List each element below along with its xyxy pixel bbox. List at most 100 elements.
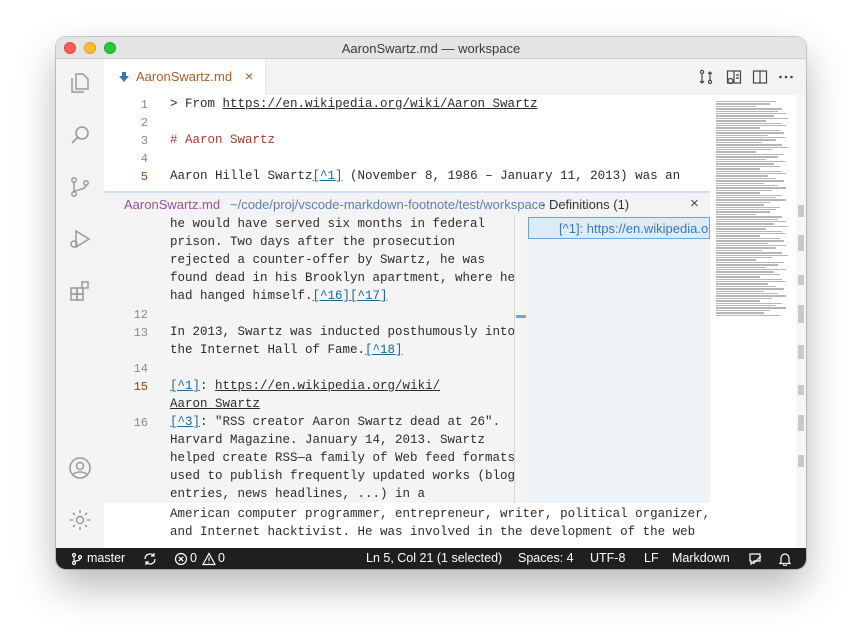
- minimap-line: [716, 233, 786, 235]
- explorer-icon[interactable]: [68, 71, 92, 95]
- minimap-line: [716, 281, 786, 283]
- footnote-reference[interactable]: [^18]: [365, 343, 403, 357]
- minimap-line: [716, 158, 766, 160]
- window-title: AaronSwartz.md — workspace: [341, 41, 521, 56]
- status-cursor-position[interactable]: Ln 5, Col 21 (1 selected): [366, 551, 502, 565]
- extensions-icon[interactable]: [68, 279, 92, 303]
- code-line[interactable]: entries, news headlines, ...) in a: [170, 487, 425, 501]
- peek-references-list: [^1]: https://en.wikipedia.org/wiki/Aaro…: [528, 215, 710, 503]
- vertical-scrollbar[interactable]: [796, 95, 806, 548]
- minimap-line: [716, 163, 774, 165]
- minimap-line: [716, 278, 782, 280]
- minimap-line: [716, 110, 778, 112]
- scrollbar-marker: [798, 345, 804, 359]
- tab-aaronswartz-md[interactable]: AaronSwartz.md ×: [104, 59, 266, 95]
- code-line[interactable]: [^3]: "RSS creator Aaron Swartz dead at …: [170, 415, 500, 429]
- code-text: helped create RSS—a family of Web feed f…: [170, 451, 516, 465]
- code-line[interactable]: Harvard Magazine. January 14, 2013. Swar…: [170, 433, 485, 447]
- code-line[interactable]: Aaron_Swartz: [170, 397, 260, 411]
- minimap-line: [716, 189, 772, 192]
- minimap-line: [716, 117, 788, 120]
- footnote-reference[interactable]: [^3]: [170, 415, 200, 429]
- footnote-reference[interactable]: [^1]: [170, 379, 200, 393]
- url-link[interactable]: https://en.wikipedia.org/wiki/Aaron_Swar…: [223, 97, 538, 111]
- minimap-line: [716, 285, 776, 288]
- peek-file-name[interactable]: AaronSwartz.md: [124, 197, 220, 212]
- code-line[interactable]: [^1]: https://en.wikipedia.org/wiki/: [170, 379, 440, 393]
- code-line[interactable]: American computer programmer, entreprene…: [170, 507, 710, 521]
- code-line[interactable]: > From https://en.wikipedia.org/wiki/Aar…: [170, 97, 538, 111]
- feedback-icon[interactable]: [748, 552, 762, 566]
- peek-reference-item[interactable]: [^1]: https://en.wikipedia.org/wiki/Aaro…: [528, 217, 710, 239]
- scrollbar-marker: [798, 385, 804, 395]
- url-link[interactable]: Aaron_Swartz: [170, 397, 260, 411]
- code-text: used to publish frequently updated works…: [170, 469, 516, 483]
- minimap-line: [716, 199, 786, 201]
- minimap-line: [716, 156, 778, 158]
- tab-close-icon[interactable]: ×: [245, 69, 253, 83]
- settings-gear-icon[interactable]: [68, 508, 92, 532]
- line-number: 1: [140, 98, 148, 112]
- code-text: found dead in his Brooklyn apartment, wh…: [170, 271, 516, 285]
- code-text: : "RSS creator Aaron Swartz dead at 26".: [200, 415, 501, 429]
- minimap-line: [716, 197, 776, 199]
- minimap-line: [716, 132, 784, 134]
- minimap-line: [716, 194, 782, 196]
- line-number: 5: [140, 170, 148, 184]
- minimap-line: [716, 168, 760, 170]
- status-branch[interactable]: master: [87, 551, 125, 565]
- minimap[interactable]: [710, 95, 796, 548]
- more-actions-icon[interactable]: [778, 69, 794, 85]
- status-indentation[interactable]: Spaces: 4: [518, 551, 574, 565]
- code-line[interactable]: found dead in his Brooklyn apartment, wh…: [170, 271, 515, 285]
- status-eol[interactable]: LF: [644, 551, 659, 565]
- peek-divider[interactable]: [514, 215, 515, 503]
- run-debug-icon[interactable]: [68, 227, 92, 251]
- minimap-line: [716, 204, 764, 206]
- status-warnings[interactable]: 0: [218, 551, 225, 565]
- code-line[interactable]: and Internet hacktivist. He was involved…: [170, 525, 695, 539]
- source-control-icon[interactable]: [68, 175, 92, 199]
- minimap-line: [716, 273, 780, 276]
- minimap-line: [716, 242, 768, 244]
- minimap-line: [716, 249, 762, 252]
- code-line[interactable]: had hanged himself.[^16][^17]: [170, 289, 388, 303]
- search-icon[interactable]: [68, 123, 92, 147]
- minimap-line: [716, 151, 756, 153]
- code-line[interactable]: Aaron Hillel Swartz[^1] (November 8, 198…: [170, 169, 680, 183]
- code-line[interactable]: the Internet Hall of Fame.[^18]: [170, 343, 403, 357]
- code-line[interactable]: rejected a counter-offer by Swartz, he w…: [170, 253, 485, 267]
- url-link[interactable]: https://en.wikipedia.org/wiki/: [215, 379, 440, 393]
- code-line[interactable]: prison. Two days after the prosecution: [170, 235, 455, 249]
- code-line[interactable]: In 2013, Swartz was inducted posthumousl…: [170, 325, 515, 339]
- minimap-line: [716, 230, 782, 232]
- code-line[interactable]: he would have served six months in feder…: [170, 217, 485, 231]
- minimap-line: [716, 165, 780, 168]
- code-line[interactable]: # Aaron Swartz: [170, 133, 275, 147]
- minimap-line: [716, 125, 786, 127]
- footnote-reference[interactable]: [^1]: [313, 169, 343, 183]
- code-line[interactable]: used to publish frequently updated works…: [170, 469, 515, 483]
- minimap-line: [716, 103, 770, 105]
- account-icon[interactable]: [68, 456, 92, 480]
- status-errors[interactable]: 0: [190, 551, 197, 565]
- error-icon: [174, 552, 188, 566]
- line-number: 4: [140, 152, 148, 166]
- code-line[interactable]: helped create RSS—a family of Web feed f…: [170, 451, 515, 465]
- minimap-line: [716, 254, 788, 256]
- status-encoding[interactable]: UTF-8: [590, 551, 625, 565]
- split-editor-icon[interactable]: [752, 69, 768, 85]
- footnote-reference[interactable]: [^16]: [313, 289, 351, 303]
- peek-close-icon[interactable]: ×: [690, 195, 699, 212]
- footnote-reference[interactable]: [^17]: [350, 289, 388, 303]
- notifications-icon[interactable]: [778, 552, 792, 567]
- minimap-line: [716, 252, 782, 254]
- sync-icon[interactable]: [143, 552, 157, 566]
- preview-icon[interactable]: [726, 69, 742, 85]
- minimap-line: [716, 235, 760, 237]
- minimap-line: [716, 182, 764, 184]
- open-changes-icon[interactable]: [698, 69, 714, 85]
- minimap-line: [716, 209, 776, 211]
- status-language[interactable]: Markdown: [672, 551, 730, 565]
- minimap-line: [716, 297, 772, 300]
